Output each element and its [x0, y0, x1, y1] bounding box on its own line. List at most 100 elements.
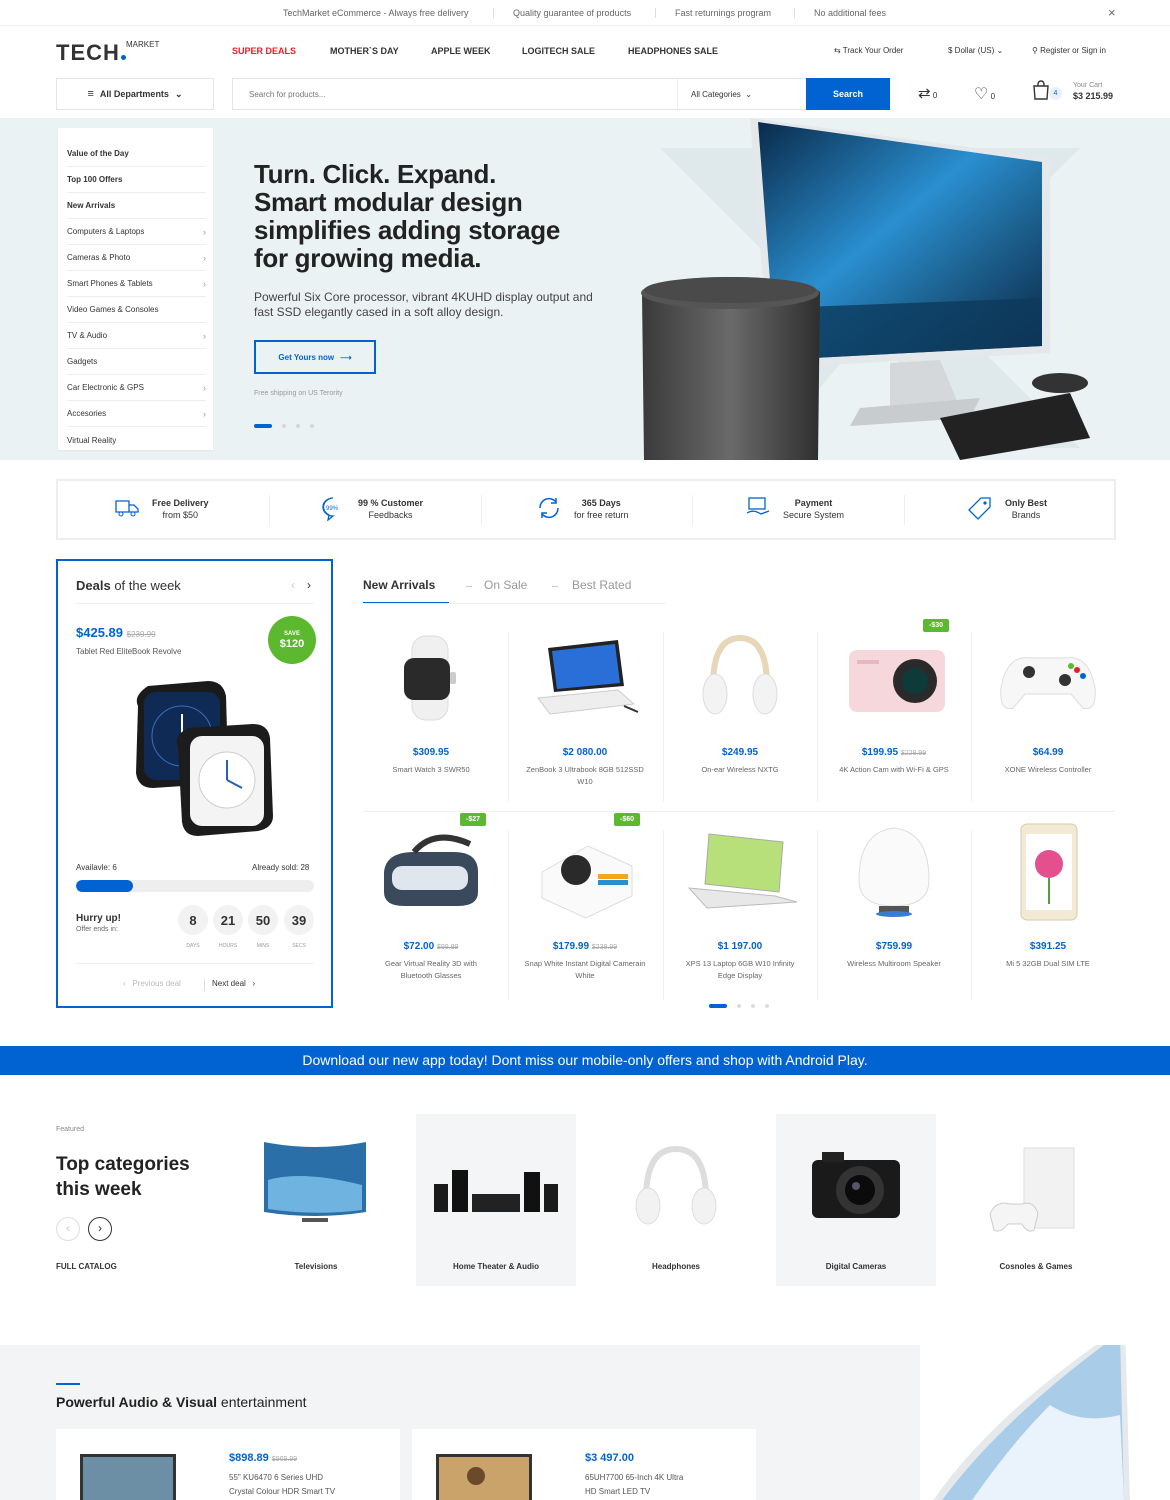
menu-item[interactable]: New Arrivals	[67, 193, 206, 219]
category-consoles[interactable]: Cosnoles & Games	[956, 1114, 1116, 1286]
chevron-right-icon: ›	[203, 278, 206, 289]
chevron-right-icon[interactable]: ›	[307, 578, 311, 592]
topbar-item: TechMarket eCommerce - Always free deliv…	[283, 8, 469, 18]
menu-item[interactable]: Top 100 Offers	[67, 167, 206, 193]
currency-select[interactable]: $ Dollar (US) ⌄	[948, 46, 1003, 55]
product-card[interactable]: $2 080.00 ZenBook 3 Ultrabook 8GB 512SSD…	[508, 628, 662, 798]
product-card[interactable]: $1 197.00 XPS 13 Laptop 6GB W10 Infinity…	[663, 822, 817, 992]
truck-small-icon: ⇆	[834, 46, 841, 55]
powerful-product-card[interactable]: $3 497.00 65UH7700 65-Inch 4K Ultra HD S…	[412, 1429, 756, 1500]
countdown-days: 8	[178, 905, 208, 935]
bag-icon	[1033, 80, 1049, 100]
category-headphones[interactable]: Headphones	[596, 1114, 756, 1286]
menu-item[interactable]: TV & Audio ›	[67, 323, 206, 349]
menu-item[interactable]: Virtual Reality	[67, 427, 206, 453]
product-price: $72.00	[403, 941, 435, 952]
menu-item[interactable]: Accesories ›	[67, 401, 206, 427]
instant-camera-icon	[541, 845, 633, 919]
grid-dot-active[interactable]	[709, 1004, 727, 1008]
user-icon: ⚲	[1032, 46, 1038, 55]
product-card[interactable]: $179.99 $239.99 Snap White Instant Digita…	[508, 813, 662, 992]
tab-on-sale[interactable]: On Sale	[484, 578, 527, 592]
product-card[interactable]: $391.25 Mi 5 32GB Dual SIM LTE	[971, 822, 1125, 992]
product-name: Gear Virtual Reality 3D with Bluetooth G…	[385, 959, 477, 980]
camera-icon	[812, 1152, 900, 1218]
nav-super-deals[interactable]: SUPER DEALS	[232, 46, 296, 56]
grid-dot[interactable]	[737, 1004, 741, 1008]
category-digital-cameras[interactable]: Digital Cameras	[776, 1114, 936, 1286]
categories-prev-button[interactable]: ‹	[56, 1217, 80, 1241]
get-yours-now-button[interactable]: Get Yours now ⟶	[254, 340, 376, 374]
menu-item[interactable]: Smart Phones & Tablets ›	[67, 271, 206, 297]
next-deal-link[interactable]: Next deal ›	[212, 979, 255, 988]
tv-product-image	[436, 1454, 532, 1500]
cart-button[interactable]: 4 Your Cart $3 215.99	[1032, 80, 1113, 102]
product-card[interactable]: $64.99 XONE Wireless Controller	[971, 628, 1125, 798]
product-card[interactable]: $249.95 On-ear Wireless NXTG	[663, 628, 817, 798]
account-link[interactable]: ⚲ Register or Sign in	[1032, 46, 1106, 55]
laptop-icon	[687, 833, 797, 909]
all-departments-button[interactable]: ≡ All Departments ⌄	[56, 78, 214, 110]
hero-dot[interactable]	[282, 424, 286, 428]
tablet-laptop-icon	[537, 640, 639, 715]
powerful-product-card[interactable]: $898.89 $969.99 55" KU6470 6 Series UHD …	[56, 1429, 400, 1500]
curved-tv-image	[933, 1345, 1130, 1500]
discount-badge: -$27	[459, 813, 486, 826]
chevron-right-icon: ›	[203, 382, 206, 393]
product-card[interactable]: $759.99 Wireless Multiroom Speaker	[817, 822, 971, 992]
nav-mothers-day[interactable]: MOTHER`S DAY	[330, 46, 399, 56]
compare-button[interactable]: ⇄ 0	[918, 84, 937, 102]
product-card[interactable]: $309.95 Smart Watch 3 SWR50	[354, 628, 508, 798]
menu-item[interactable]: Car Electronic & GPS ›	[67, 375, 206, 401]
search-category-select[interactable]: All Categories ⌄	[677, 79, 805, 109]
app-download-banner[interactable]: Download our new app today! Dont miss ou…	[0, 1046, 1170, 1075]
tab-new-arrivals[interactable]: New Arrivals	[363, 578, 435, 592]
menu-item[interactable]: Computers & Laptops ›	[67, 219, 206, 245]
deal-product-name: Tablet Red EliteBook Revolve	[76, 647, 182, 656]
features-bar: Free Delivery from $50 99% 99 % Customer F…	[56, 479, 1116, 540]
hero-dot-active[interactable]	[254, 424, 272, 428]
feature-free-delivery: Free Delivery from $50	[115, 497, 209, 521]
tab-best-rated[interactable]: Best Rated	[572, 578, 631, 592]
grid-dot[interactable]	[751, 1004, 755, 1008]
categories-next-button[interactable]: ›	[88, 1217, 112, 1241]
product-name: ZenBook 3 Ultrabook 8GB 512SSD W10	[526, 765, 644, 786]
deal-price: $425.89 $239.99	[76, 625, 156, 640]
topbar-item: No additional fees	[814, 8, 887, 18]
feedback-icon: 99%	[322, 497, 339, 521]
previous-deal-link[interactable]: ‹ Previous deal	[123, 979, 181, 988]
product-price: $2 080.00	[562, 747, 608, 758]
category-televisions[interactable]: Televisions	[236, 1114, 396, 1286]
feature-return: 365 Days for free return	[539, 497, 629, 521]
grid-dot[interactable]	[765, 1004, 769, 1008]
chevron-left-icon[interactable]: ‹	[291, 578, 295, 592]
smartphone-icon	[1020, 823, 1078, 921]
search-button[interactable]: Search	[806, 78, 890, 110]
category-home-theater[interactable]: Home Theater & Audio	[416, 1114, 576, 1286]
nav-headphones-sale[interactable]: HEADPHONES SALE	[628, 46, 718, 56]
logo[interactable]: TECH MARKET	[56, 40, 159, 66]
hero-note: Free shipping on US Terority	[254, 390, 343, 397]
menu-item[interactable]: Video Games & Consoles	[67, 297, 206, 323]
discount-badge: -$60	[613, 813, 640, 826]
wishlist-button[interactable]: ♡ 0	[974, 84, 995, 104]
hero-dot[interactable]	[310, 424, 314, 428]
header: TECH MARKET SUPER DEALS MOTHER`S DAY APP…	[0, 26, 1170, 118]
sold-progress-bar	[76, 880, 314, 892]
track-order-link[interactable]: ⇆ Track Your Order	[834, 46, 903, 55]
close-icon[interactable]: ×	[1108, 5, 1116, 20]
menu-item[interactable]: Cameras & Photo ›	[67, 245, 206, 271]
product-card[interactable]: $72.00 $99.99 Gear Virtual Reality 3D wit…	[354, 813, 508, 992]
hero-dot[interactable]	[296, 424, 300, 428]
product-card[interactable]: $199.95 $229.99 4K Action Cam with Wi-Fi …	[817, 619, 971, 798]
nav-logitech-sale[interactable]: LOGITECH SALE	[522, 46, 595, 56]
menu-item[interactable]: Value of the Day	[67, 141, 206, 167]
search-input[interactable]	[233, 79, 673, 109]
hero-title: Turn. Click. Expand. Smart modular desig…	[254, 159, 561, 273]
top-categories-title: Top categories this week	[56, 1154, 190, 1200]
menu-item[interactable]: Gadgets	[67, 349, 206, 375]
headphones-icon	[702, 634, 778, 715]
countdown-label: HOURS	[218, 943, 238, 949]
full-catalog-link[interactable]: FULL CATALOG	[56, 1262, 117, 1271]
nav-apple-week[interactable]: APPLE WEEK	[431, 46, 491, 56]
